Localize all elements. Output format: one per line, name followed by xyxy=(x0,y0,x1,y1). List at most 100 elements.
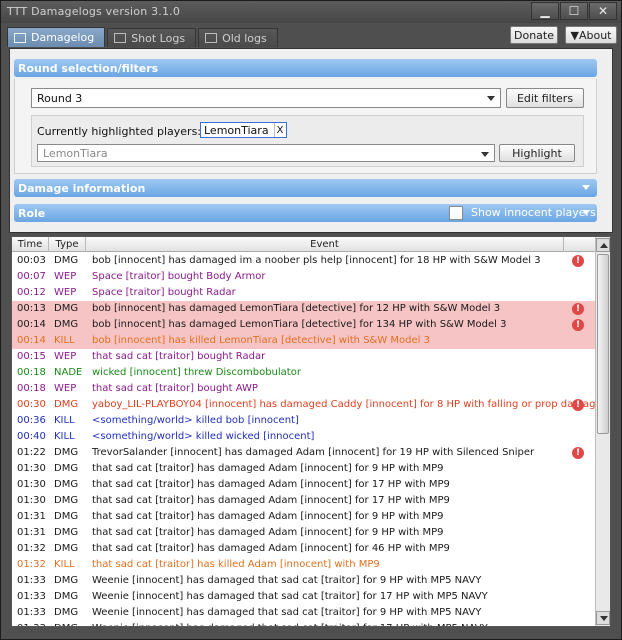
chevron-down-icon xyxy=(487,96,495,101)
scroll-down-button[interactable] xyxy=(596,611,610,625)
player-select[interactable]: LemonTiara xyxy=(37,144,495,162)
table-row[interactable]: 00:07 WEP Space [traitor] bought Body Armo… xyxy=(12,269,595,285)
tab-shot-logs[interactable]: Shot Logs xyxy=(107,28,197,47)
row-time: 00:18 xyxy=(17,383,46,394)
table-row[interactable]: 01:33 DMG Weenie [innocent] has damaged th… xyxy=(12,621,595,626)
table-row[interactable]: 00:13 DMG bob [innocent] has damaged Lemon… xyxy=(12,301,595,317)
table-row[interactable]: 00:18 WEP that sad cat [traitor] bought AW… xyxy=(12,381,595,397)
damage-information-header[interactable]: Damage information xyxy=(14,179,597,197)
row-type: DMG xyxy=(54,511,79,522)
row-type: DMG xyxy=(54,479,79,490)
row-event: yaboy_LIL-PLAYBOY04 [innocent] has damag… xyxy=(92,399,602,410)
row-time: 01:30 xyxy=(17,495,46,506)
damage-log-list[interactable]: Time Type Event 00:03 DMG bob [innocent] h… xyxy=(11,236,611,627)
row-event: bob [innocent] has damaged im a noober p… xyxy=(92,255,541,266)
round-select-value: Round 3 xyxy=(37,91,83,105)
chevron-down-icon xyxy=(481,152,489,157)
row-event: wicked [innocent] threw Discombobulator xyxy=(92,367,301,378)
edit-filters-button[interactable]: Edit filters xyxy=(506,88,584,108)
table-row[interactable]: 00:15 WEP that sad cat [traitor] bought Ra… xyxy=(12,349,595,365)
chip-label: LemonTiara xyxy=(204,123,269,137)
row-time: 00:30 xyxy=(17,399,46,410)
title-bar[interactable]: TTT Damagelogs version 3.1.0 ▁ ☐ ✕ xyxy=(1,1,621,23)
row-type: WEP xyxy=(54,383,77,394)
row-event: that sad cat [traitor] has damaged Adam … xyxy=(92,479,450,490)
maximize-button[interactable]: ☐ xyxy=(560,2,588,20)
row-time: 00:13 xyxy=(17,303,46,314)
table-row[interactable]: 01:31 DMG that sad cat [traitor] has damag… xyxy=(12,509,595,525)
table-row[interactable]: 00:03 DMG bob [innocent] has damaged im a … xyxy=(12,253,595,269)
row-type: KILL xyxy=(54,559,75,570)
table-row[interactable]: 01:33 DMG Weenie [innocent] has damaged th… xyxy=(12,589,595,605)
table-row[interactable]: 01:32 KILL that sad cat [traitor] has kill… xyxy=(12,557,595,573)
row-event: <something/world> killed bob [innocent] xyxy=(92,415,299,426)
row-type: WEP xyxy=(54,351,77,362)
row-event: that sad cat [traitor] bought Radar xyxy=(92,351,266,362)
scroll-thumb[interactable] xyxy=(597,254,609,434)
row-event: Weenie [innocent] has damaged that sad c… xyxy=(92,575,482,586)
row-event: bob [innocent] has killed LemonTiara [de… xyxy=(92,335,430,346)
row-event: Weenie [innocent] has damaged that sad c… xyxy=(92,591,488,602)
table-row[interactable]: 01:31 DMG that sad cat [traitor] has damag… xyxy=(12,525,595,541)
row-event: Weenie [innocent] has damaged that sad c… xyxy=(92,607,482,618)
row-type: DMG xyxy=(54,463,79,474)
vertical-scrollbar[interactable] xyxy=(595,237,610,626)
warning-icon: ! xyxy=(572,319,584,331)
row-time: 01:33 xyxy=(17,591,46,602)
table-row[interactable]: 00:40 KILL <something/world> killed wicked… xyxy=(12,429,595,445)
table-row[interactable]: 00:30 DMG yaboy_LIL-PLAYBOY04 [innocent] h… xyxy=(12,397,602,413)
chip-remove-button[interactable]: X xyxy=(273,123,286,137)
tab-old-logs[interactable]: Old logs xyxy=(198,28,278,47)
camera-icon xyxy=(114,33,127,43)
row-time: 01:30 xyxy=(17,479,46,490)
column-header-event[interactable]: Event xyxy=(86,237,564,252)
warning-icon: ! xyxy=(572,399,584,411)
row-event: bob [innocent] has damaged LemonTiara [d… xyxy=(92,303,501,314)
row-type: DMG xyxy=(54,543,79,554)
row-time: 00:07 xyxy=(17,271,46,282)
minimize-button[interactable]: ▁ xyxy=(531,2,559,20)
table-row[interactable]: 00:36 KILL <something/world> killed bob [i… xyxy=(12,413,595,429)
table-row[interactable]: 01:33 DMG Weenie [innocent] has damaged th… xyxy=(12,605,595,621)
row-time: 00:14 xyxy=(17,319,46,330)
window-title: TTT Damagelogs version 3.1.0 xyxy=(7,5,181,18)
table-row[interactable]: 00:12 WEP Space [traitor] bought Radar xyxy=(12,285,595,301)
row-time: 01:32 xyxy=(17,543,46,554)
player-select-value: LemonTiara xyxy=(43,146,108,160)
row-time: 00:14 xyxy=(17,335,46,346)
row-type: DMG xyxy=(54,621,78,626)
table-row[interactable]: 00:14 DMG bob [innocent] has damaged Lemon… xyxy=(12,317,595,333)
highlight-button[interactable]: Highlight xyxy=(499,144,575,162)
role-header[interactable]: Role Show innocent players xyxy=(14,204,597,222)
tab-label: Damagelog xyxy=(31,31,95,44)
column-header-type[interactable]: Type xyxy=(49,237,86,252)
table-row[interactable]: 01:22 DMG TrevorSalander [innocent] has da… xyxy=(12,445,595,461)
row-type: WEP xyxy=(54,271,77,282)
table-row[interactable]: 01:33 DMG Weenie [innocent] has damaged th… xyxy=(12,573,595,589)
table-row[interactable]: 01:30 DMG that sad cat [traitor] has damag… xyxy=(12,461,595,477)
donate-button[interactable]: Donate xyxy=(510,26,558,44)
row-time: 01:33 xyxy=(17,621,46,626)
row-type: DMG xyxy=(54,399,79,410)
row-type: DMG xyxy=(54,255,79,266)
column-header-time[interactable]: Time xyxy=(12,237,49,252)
scroll-up-button[interactable] xyxy=(596,238,610,252)
row-event: that sad cat [traitor] has damaged Adam … xyxy=(92,527,444,538)
round-selection-header[interactable]: Round selection/filters xyxy=(14,59,597,77)
row-event: bob [innocent] has damaged LemonTiara [d… xyxy=(92,319,507,330)
row-time: 01:22 xyxy=(17,447,46,458)
row-event: that sad cat [traitor] bought AWP xyxy=(92,383,258,394)
table-row[interactable]: 01:30 DMG that sad cat [traitor] has damag… xyxy=(12,477,595,493)
round-select[interactable]: Round 3 xyxy=(31,88,501,108)
about-button[interactable]: ▼About xyxy=(565,26,617,44)
show-innocent-checkbox[interactable] xyxy=(449,206,463,220)
table-row[interactable]: 00:14 KILL bob [innocent] has killed Lemon… xyxy=(12,333,595,349)
close-button[interactable]: ✕ xyxy=(589,2,617,20)
row-time: 01:33 xyxy=(17,575,46,586)
tab-damagelog[interactable]: Damagelog xyxy=(7,27,106,47)
role-title: Role xyxy=(18,206,46,220)
row-time: 00:40 xyxy=(17,431,46,442)
table-row[interactable]: 01:30 DMG that sad cat [traitor] has damag… xyxy=(12,493,595,509)
table-row[interactable]: 00:18 NADE wicked [innocent] threw Discomb… xyxy=(12,365,595,381)
table-row[interactable]: 01:32 DMG that sad cat [traitor] has damag… xyxy=(12,541,595,557)
